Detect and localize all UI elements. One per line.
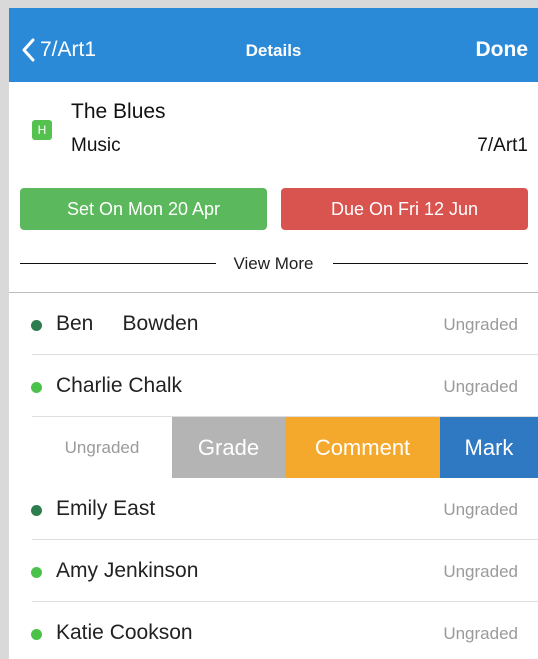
assignment-subject: Music — [71, 135, 121, 156]
grade-action-button[interactable]: Grade — [172, 417, 285, 478]
status-dot — [31, 629, 42, 640]
student-row[interactable]: Charlie Chalk Ungraded — [9, 355, 538, 417]
set-date-button[interactable]: Set On Mon 20 Apr — [20, 188, 267, 230]
student-list: Ben Bowden Ungraded Charlie Chalk Ungrad… — [9, 293, 538, 659]
assignment-summary: H The Blues Music 7/Art1 Set On Mon 20 A… — [9, 82, 538, 292]
status-dot — [31, 505, 42, 516]
comment-action-button[interactable]: Comment — [285, 417, 440, 478]
assignment-class: 7/Art1 — [477, 135, 528, 156]
details-screen: 7/Art1 Details Done H The Blues Music 7/… — [9, 8, 538, 659]
grade-status: Ungraded — [443, 377, 518, 396]
student-name: Ben Bowden — [56, 312, 199, 335]
assignment-title: The Blues — [71, 100, 166, 123]
student-row[interactable]: Katie Cookson Ungraded — [9, 602, 538, 659]
navigation-bar: 7/Art1 Details Done — [9, 8, 538, 82]
status-dot — [31, 382, 42, 393]
student-name: Amy Jenkinson — [56, 559, 199, 582]
due-date-button[interactable]: Due On Fri 12 Jun — [281, 188, 528, 230]
student-row[interactable]: Emily East Ungraded — [9, 478, 538, 540]
page-title: Details — [245, 41, 302, 60]
mark-action-button[interactable]: Mark — [440, 417, 538, 478]
student-row[interactable]: Amy Jenkinson Ungraded — [9, 540, 538, 602]
student-row[interactable]: Ben Bowden Ungraded — [9, 293, 538, 355]
swiped-student-row: Ungraded Grade Comment Mark — [9, 417, 538, 478]
grade-status: Ungraded — [443, 315, 518, 334]
grade-status: Ungraded — [32, 417, 172, 478]
status-dot — [31, 320, 42, 331]
grade-status: Ungraded — [443, 624, 518, 643]
student-name: Katie Cookson — [56, 621, 193, 644]
student-name: Charlie Chalk — [56, 374, 183, 397]
grade-status: Ungraded — [443, 500, 518, 519]
homework-badge: H — [32, 120, 52, 140]
status-dot — [31, 567, 42, 578]
done-button[interactable]: Done — [476, 38, 529, 62]
student-name: Emily East — [56, 497, 156, 520]
view-more-link[interactable]: View More — [9, 254, 538, 274]
view-more-label: View More — [225, 254, 322, 273]
grade-status: Ungraded — [443, 562, 518, 581]
